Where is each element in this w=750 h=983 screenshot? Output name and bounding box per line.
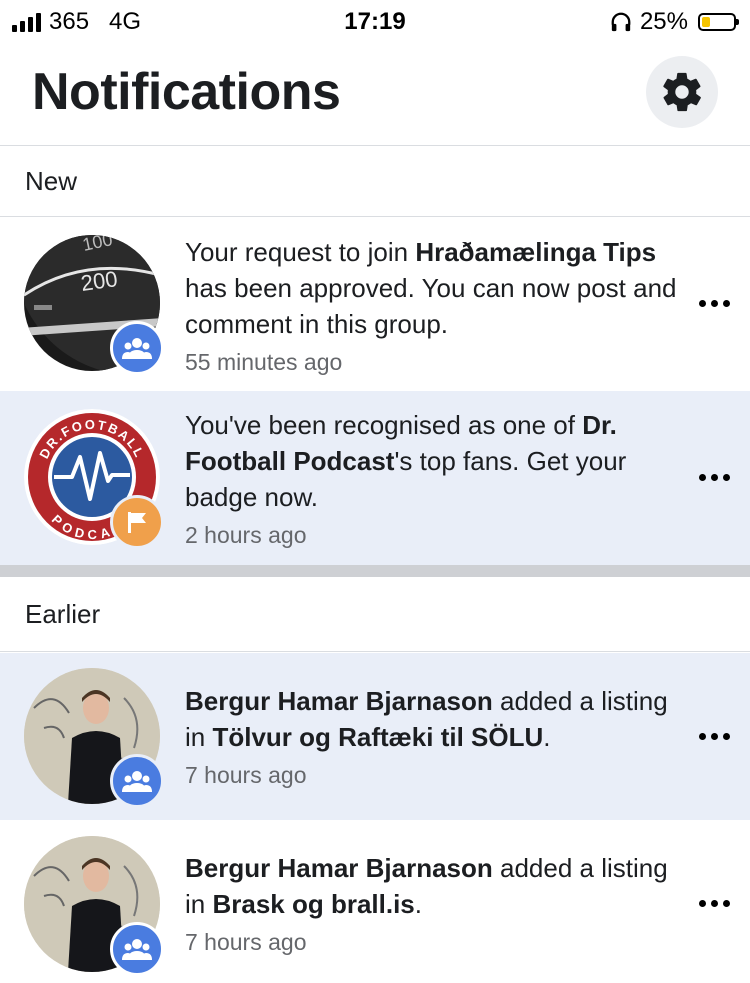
group-name: Tölvur og Raftæki til SÖLU [212, 722, 544, 752]
more-options-button[interactable] [699, 900, 730, 907]
notification-text: Bergur Hamar Bjarnason added a listing i… [185, 683, 680, 793]
flag-icon [128, 512, 146, 533]
notification-time: 55 minutes ago [185, 349, 343, 375]
group-icon [122, 338, 152, 359]
notification-text: Bergur Hamar Bjarnason added a listing i… [185, 850, 680, 960]
notification-time: 7 hours ago [185, 762, 307, 788]
group-badge [110, 922, 164, 976]
page-header: Notifications [0, 40, 750, 146]
page-title: Notifications [32, 63, 341, 121]
settings-button[interactable] [646, 56, 718, 128]
battery-icon [698, 13, 739, 31]
more-options-button[interactable] [699, 474, 730, 481]
group-icon [122, 771, 152, 792]
section-earlier-heading: Earlier [0, 577, 750, 652]
notification-item[interactable]: Bergur Hamar Bjarnason added a listing i… [0, 653, 750, 820]
avatar [24, 668, 164, 808]
user-name: Bergur Hamar Bjarnason [185, 686, 493, 716]
headphones-icon [611, 12, 631, 32]
avatar [24, 836, 164, 976]
gear-icon [663, 72, 701, 112]
group-name: Hraðamælinga Tips [415, 237, 657, 267]
svg-text:200: 200 [79, 266, 119, 296]
avatar: 200 100 [24, 235, 164, 375]
status-bar: 365 4G 17:19 25% [0, 0, 750, 40]
notification-time: 2 hours ago [185, 522, 307, 548]
notification-text: Your request to join Hraðamælinga Tips h… [185, 234, 680, 380]
section-new-heading: New [0, 146, 750, 217]
group-badge [110, 754, 164, 808]
notification-text: You've been recognised as one of Dr. Foo… [185, 407, 680, 553]
section-divider [0, 565, 750, 577]
flag-badge [110, 495, 164, 549]
more-options-button[interactable] [699, 300, 730, 307]
user-name: Bergur Hamar Bjarnason [185, 853, 493, 883]
group-icon [122, 939, 152, 960]
group-badge [110, 321, 164, 375]
avatar: DR.FOOTBALL PODCAST [24, 409, 164, 549]
notification-item[interactable]: DR.FOOTBALL PODCAST You've been recognis… [0, 391, 750, 565]
more-options-button[interactable] [699, 733, 730, 740]
notification-item[interactable]: Bergur Hamar Bjarnason added a listing i… [0, 820, 750, 983]
notification-item[interactable]: 200 100 Your request to join Hraðamæling… [0, 218, 750, 391]
battery-percent: 25% [639, 8, 688, 35]
notification-time: 7 hours ago [185, 929, 307, 955]
group-name: Brask og brall.is [212, 889, 415, 919]
